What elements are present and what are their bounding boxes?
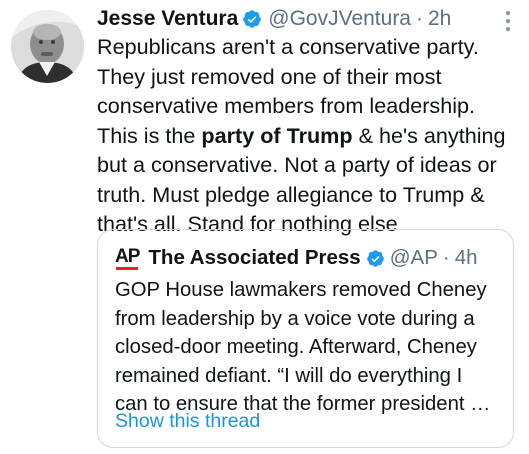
quoted-tweet-card[interactable]: AP The Associated Press @AP · 4h GOP Hou… xyxy=(97,229,514,448)
tweet-header: Jesse Ventura @GovJVentura · 2h xyxy=(97,4,501,34)
display-name[interactable]: Jesse Ventura xyxy=(97,7,238,31)
verified-badge-icon xyxy=(242,9,262,29)
tweet[interactable]: Jesse Ventura @GovJVentura · 2h Republic… xyxy=(0,0,529,454)
ap-logo-letters: AP xyxy=(115,245,140,267)
ap-logo-icon: AP xyxy=(115,245,140,270)
avatar[interactable] xyxy=(11,10,84,83)
menu-dot xyxy=(506,19,510,23)
handle[interactable]: @GovJVentura xyxy=(268,7,411,31)
menu-dot xyxy=(506,27,510,31)
quoted-timestamp[interactable]: 4h xyxy=(455,246,478,270)
quoted-handle[interactable]: @AP xyxy=(390,246,438,270)
quoted-tweet-text: GOP House lawmakers removed Cheney from … xyxy=(115,279,491,415)
more-vertical-icon[interactable] xyxy=(501,8,515,34)
timestamp[interactable]: 2h xyxy=(428,7,451,31)
separator-dot: · xyxy=(416,7,423,30)
tweet-text-bold-segment: party of Trump xyxy=(201,122,353,148)
ap-logo-bar xyxy=(116,266,139,270)
tweet-text: Republicans aren't a conservative party.… xyxy=(97,32,512,239)
menu-dot xyxy=(506,11,510,15)
show-thread-link[interactable]: Show this thread xyxy=(115,410,260,433)
separator-dot: · xyxy=(442,246,450,269)
quoted-tweet-header: AP The Associated Press @AP · 4h xyxy=(115,244,503,272)
profile-photo-icon xyxy=(11,10,84,83)
verified-badge-icon xyxy=(366,249,385,268)
quoted-display-name[interactable]: The Associated Press xyxy=(148,246,360,270)
